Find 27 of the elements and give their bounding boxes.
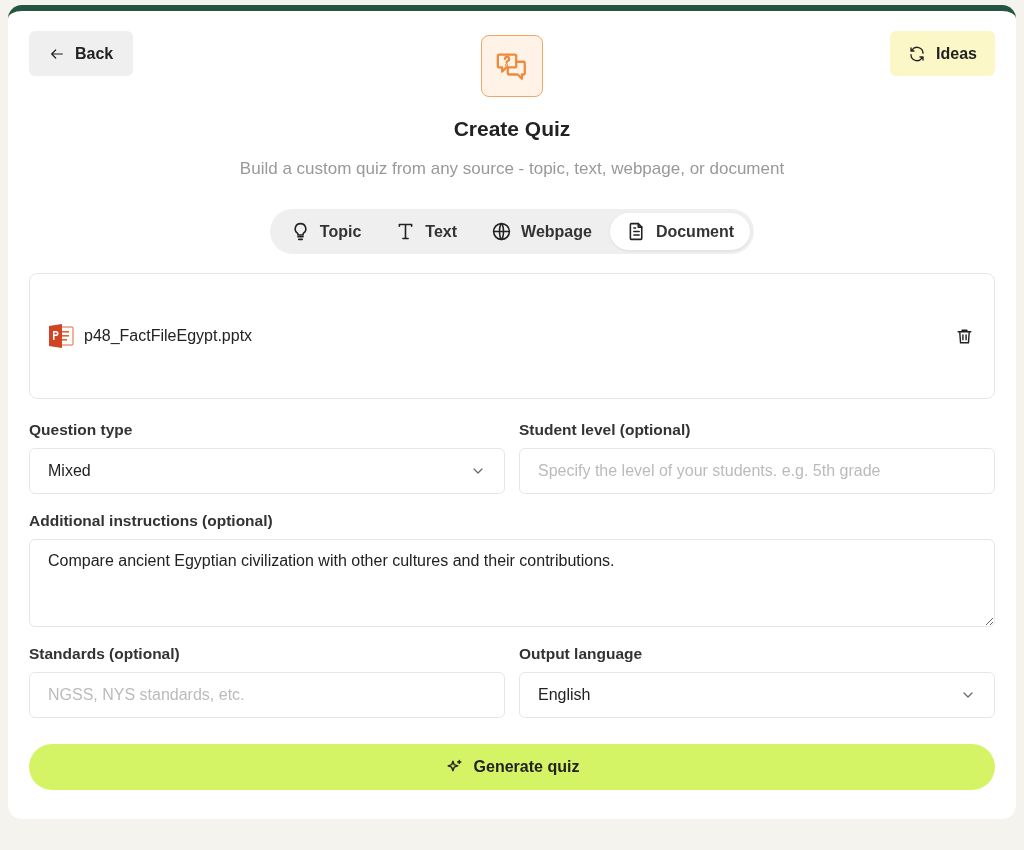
generate-quiz-button[interactable]: Generate quiz (29, 744, 995, 790)
source-tab[interactable]: Document (609, 213, 751, 250)
field-label: Output language (519, 645, 644, 663)
refresh-icon (908, 44, 927, 63)
input-field[interactable]: Specify the level of your students. e.g. 5th grade (519, 448, 995, 494)
source-tab[interactable]: Webpage (475, 213, 608, 250)
dropdown-value: English (538, 686, 591, 704)
page-subtitle: Build a custom quiz from any source - topic, text, webpage, or document (238, 159, 786, 179)
text-area[interactable]: Compare ancient Egyptian civilization with other cultures and their contributions. (29, 539, 995, 627)
dropdown-value: Mixed (48, 462, 91, 480)
input-field[interactable]: NGSS, NYS standards, etc. (29, 672, 505, 718)
source-tab[interactable]: Topic (273, 213, 378, 250)
quiz-logo-icon (481, 35, 543, 97)
back-button[interactable]: Back (29, 31, 134, 76)
source-tab[interactable]: Text (379, 213, 474, 250)
page-title: Create Quiz (452, 117, 572, 141)
field-label: Question type (29, 421, 134, 439)
field-label: Standards (optional) (29, 645, 181, 663)
field-label: Student level (optional) (519, 421, 692, 439)
dropdown[interactable]: Mixed (29, 448, 505, 494)
presentation-file-icon (48, 323, 74, 349)
field-label: Additional instructions (optional) (29, 512, 274, 530)
delete-icon[interactable] (955, 326, 974, 346)
dropdown[interactable]: English (519, 672, 995, 718)
ideas-button[interactable]: Ideas (890, 31, 995, 76)
file-name: p48_FactFileEgypt.pptx (84, 327, 254, 345)
globe-icon (491, 221, 513, 242)
